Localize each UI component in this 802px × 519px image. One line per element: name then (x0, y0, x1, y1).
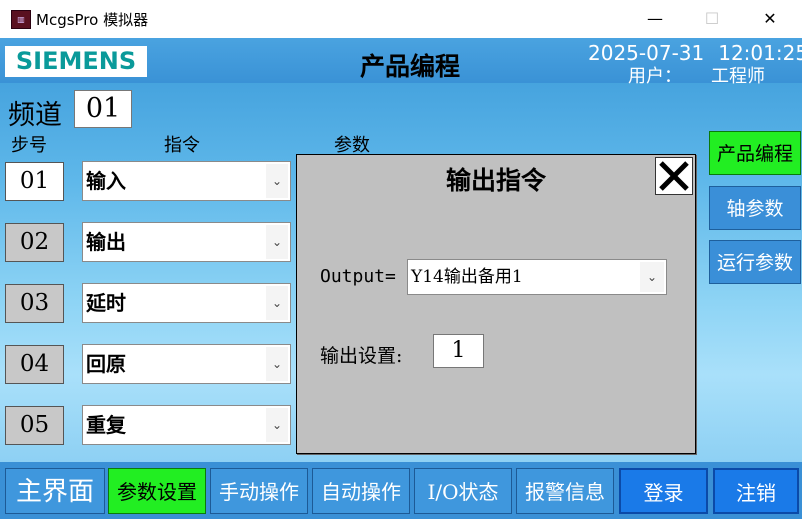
close-icon (659, 161, 689, 191)
user-label: 用户： (628, 66, 682, 87)
close-window-button[interactable]: ✕ (755, 6, 785, 32)
command-select-2[interactable]: 输出 ⌄ (82, 222, 291, 262)
command-value: 延时 (86, 291, 126, 315)
maximize-button[interactable]: ☐ (697, 6, 727, 32)
dialog-close-button[interactable] (655, 157, 693, 195)
output-setting-input[interactable]: 1 (433, 334, 484, 368)
command-value: 重复 (86, 413, 126, 437)
output-command-dialog: 输出指令 Output= Y14输出备用1 ⌄ 输出设置: 1 (296, 154, 696, 454)
step-column-header: 步号 (11, 135, 47, 156)
mcgs-app-icon: ▥ (11, 10, 31, 29)
axis-params-button[interactable]: 轴参数 (709, 186, 801, 230)
command-column-header: 指令 (164, 135, 200, 156)
run-params-button[interactable]: 运行参数 (709, 240, 801, 284)
product-programming-button[interactable]: 产品编程 (709, 131, 801, 175)
command-select-4[interactable]: 回原 ⌄ (82, 344, 291, 384)
manual-operation-button[interactable]: 手动操作 (210, 468, 308, 514)
param-settings-button[interactable]: 参数设置 (108, 468, 206, 514)
command-value: 输出 (86, 230, 126, 254)
step-number-1[interactable]: 01 (5, 162, 64, 201)
user-name: 工程师 (711, 66, 765, 87)
main-screen-button[interactable]: 主界面 (5, 468, 105, 514)
window-title: McgsPro 模拟器 (36, 11, 149, 29)
dialog-title: 输出指令 (445, 166, 546, 195)
chevron-down-icon[interactable]: ⌄ (640, 262, 664, 292)
io-status-button[interactable]: I/O状态 (414, 468, 512, 514)
output-select-value: Y14输出备用1 (411, 267, 523, 287)
logout-button[interactable]: 注销 (713, 468, 799, 514)
command-select-5[interactable]: 重复 ⌄ (82, 405, 291, 445)
siemens-logo: SIEMENS (5, 46, 147, 77)
step-number-5[interactable]: 05 (5, 406, 64, 445)
command-value: 回原 (86, 352, 126, 376)
datetime-display: 2025-07-31 12:01:25 (588, 41, 802, 65)
command-select-1[interactable]: 输入 ⌄ (82, 161, 291, 201)
hmi-screen: SIEMENS 产品编程 2025-07-31 12:01:25 用户： 工程师 … (0, 38, 802, 519)
page-title: 产品编程 (359, 52, 460, 81)
chevron-down-icon[interactable]: ⌄ (266, 225, 288, 259)
channel-label: 频道 (8, 100, 62, 131)
chevron-down-icon[interactable]: ⌄ (266, 286, 288, 320)
step-number-4[interactable]: 04 (5, 345, 64, 384)
command-value: 输入 (86, 169, 126, 193)
window-titlebar: ▥ McgsPro 模拟器 — ☐ ✕ (0, 0, 802, 38)
output-label: Output= (320, 266, 396, 287)
command-select-3[interactable]: 延时 ⌄ (82, 283, 291, 323)
bottom-nav-bar: 主界面 参数设置 手动操作 自动操作 I/O状态 报警信息 登录 注销 (0, 462, 802, 519)
chevron-down-icon[interactable]: ⌄ (266, 164, 288, 198)
header-bar: SIEMENS 产品编程 2025-07-31 12:01:25 用户： 工程师 (0, 38, 802, 87)
auto-operation-button[interactable]: 自动操作 (312, 468, 410, 514)
alarm-info-button[interactable]: 报警信息 (516, 468, 614, 514)
chevron-down-icon[interactable]: ⌄ (266, 408, 288, 442)
output-select[interactable]: Y14输出备用1 ⌄ (407, 259, 667, 295)
output-setting-label: 输出设置: (320, 345, 403, 367)
minimize-button[interactable]: — (640, 6, 670, 32)
login-button[interactable]: 登录 (619, 468, 708, 514)
step-number-2[interactable]: 02 (5, 223, 64, 262)
step-number-3[interactable]: 03 (5, 284, 64, 323)
chevron-down-icon[interactable]: ⌄ (266, 347, 288, 381)
channel-input[interactable]: 01 (74, 90, 132, 128)
